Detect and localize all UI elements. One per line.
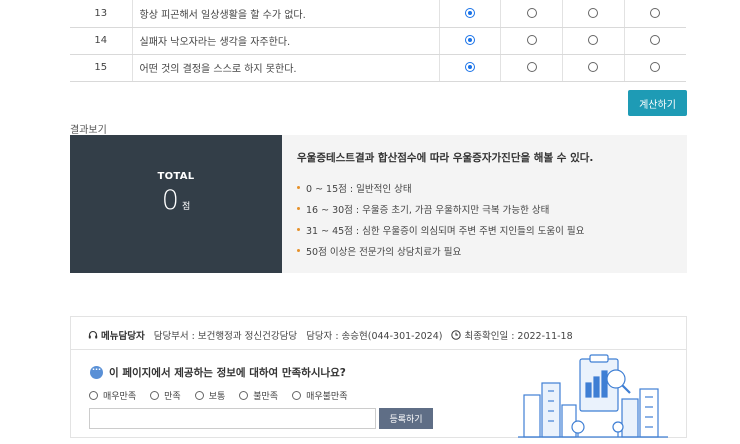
clock-icon bbox=[451, 330, 462, 340]
chat-icon bbox=[90, 363, 103, 379]
answer-radio[interactable] bbox=[650, 7, 661, 18]
survey-radio[interactable] bbox=[194, 391, 204, 400]
last-checked-date: 최종확인일 : 2022-11-18 bbox=[464, 331, 573, 342]
survey-question: 이 페이지에서 제공하는 정보에 대하여 만족하시나요? bbox=[90, 363, 346, 380]
range-text: 31 ~ 45점 : 심한 우울증이 의심되며 주변 주변 지인들의 도움이 필… bbox=[306, 226, 585, 237]
bullet-icon bbox=[297, 249, 300, 252]
result-section-title: 결과보기 bbox=[70, 125, 107, 136]
question-text: 실패자 낙오자라는 생각을 자주한다. bbox=[132, 27, 440, 55]
survey-option[interactable]: 매우불만족 bbox=[292, 389, 348, 402]
score-range-list: 0 ~ 15점 : 일반적인 상태 16 ~ 30점 : 우울증 초기, 가끔 … bbox=[297, 181, 677, 265]
answer-radio[interactable] bbox=[464, 35, 475, 45]
table-row: 14 실패자 낙오자라는 생각을 자주한다. bbox=[70, 27, 686, 55]
answer-radio-cell[interactable] bbox=[439, 54, 501, 82]
total-label: TOTAL bbox=[157, 171, 195, 182]
survey-option[interactable]: 불만족 bbox=[239, 389, 278, 402]
survey-options: 매우만족 만족 보통 불만족 매우불만족 bbox=[89, 389, 362, 402]
headset-icon bbox=[88, 330, 98, 339]
answer-radio[interactable] bbox=[650, 35, 661, 45]
survey-option-label: 불만족 bbox=[253, 392, 279, 402]
answer-radio-cell[interactable] bbox=[623, 54, 686, 82]
result-description: 우울증테스트결과 합산점수에 따라 우울증자가진단을 해볼 수 있다. 0 ~ … bbox=[297, 150, 677, 265]
bullet-icon bbox=[297, 207, 300, 210]
answer-radio-cell[interactable] bbox=[623, 0, 686, 28]
calculate-button[interactable]: 계산하기 bbox=[628, 90, 687, 116]
survey-option-label: 매우만족 bbox=[103, 392, 137, 402]
total-score: 0점 bbox=[70, 185, 282, 216]
answer-radio[interactable] bbox=[650, 62, 661, 72]
question-number: 13 bbox=[70, 0, 133, 28]
answer-radio[interactable] bbox=[526, 62, 537, 72]
survey-radio[interactable] bbox=[89, 391, 98, 400]
question-number: 14 bbox=[70, 27, 133, 55]
question-number: 15 bbox=[70, 54, 133, 82]
table-row: 15 어떤 것의 결정을 스스로 하지 못한다. bbox=[70, 54, 686, 82]
city-report-illustration bbox=[518, 354, 668, 438]
manager-info-box: 메뉴담당자 담당부서 : 보건행정과 정신건강담당 담당자 : 송승현(044-… bbox=[70, 316, 687, 438]
range-text: 16 ~ 30점 : 우울증 초기, 가끔 우울하지만 극복 가능한 상태 bbox=[306, 205, 550, 216]
survey-option-label: 보통 bbox=[208, 392, 226, 402]
submit-button[interactable]: 등록하기 bbox=[379, 408, 433, 429]
divider bbox=[71, 349, 686, 350]
manager-department: 담당부서 : 보건행정과 정신건강담당 bbox=[153, 331, 298, 342]
question-text: 항상 피곤해서 일상생활을 할 수가 없다. bbox=[132, 0, 440, 28]
survey-option[interactable]: 보통 bbox=[194, 389, 226, 402]
range-text: 50점 이상은 전문가의 상담치료가 필요 bbox=[306, 247, 462, 258]
survey-radio[interactable] bbox=[239, 391, 249, 400]
answer-radio-cell[interactable] bbox=[500, 54, 563, 82]
bullet-icon bbox=[297, 228, 300, 231]
bullet-icon bbox=[297, 186, 300, 189]
survey-comment-input[interactable] bbox=[89, 408, 376, 429]
answer-radio-cell[interactable] bbox=[439, 0, 501, 28]
answer-radio[interactable] bbox=[588, 7, 599, 18]
manager-info-line: 메뉴담당자 담당부서 : 보건행정과 정신건강담당 담당자 : 송승현(044-… bbox=[88, 328, 573, 342]
answer-radio[interactable] bbox=[526, 7, 537, 18]
answer-radio-cell[interactable] bbox=[562, 27, 625, 55]
result-description-title: 우울증테스트결과 합산점수에 따라 우울증자가진단을 해볼 수 있다. bbox=[297, 152, 594, 164]
answer-radio-cell[interactable] bbox=[439, 27, 501, 55]
manager-label: 메뉴담당자 bbox=[101, 331, 145, 342]
survey-option-label: 매우불만족 bbox=[306, 392, 348, 402]
range-text: 0 ~ 15점 : 일반적인 상태 bbox=[306, 184, 412, 195]
list-item: 16 ~ 30점 : 우울증 초기, 가끔 우울하지만 극복 가능한 상태 bbox=[297, 202, 677, 223]
question-table: 13 항상 피곤해서 일상생활을 할 수가 없다. 14 실패자 낙오자라는 생… bbox=[70, 0, 686, 82]
answer-radio[interactable] bbox=[464, 7, 475, 18]
result-box: TOTAL 0점 우울증테스트결과 합산점수에 따라 우울증자가진단을 해볼 수… bbox=[70, 135, 687, 273]
answer-radio[interactable] bbox=[588, 62, 599, 72]
survey-option[interactable]: 매우만족 bbox=[89, 389, 136, 402]
table-row: 13 항상 피곤해서 일상생활을 할 수가 없다. bbox=[70, 0, 686, 28]
survey-radio[interactable] bbox=[292, 391, 302, 400]
score-value: 0 bbox=[161, 185, 179, 216]
answer-radio-cell[interactable] bbox=[623, 27, 686, 55]
answer-radio[interactable] bbox=[588, 35, 599, 45]
answer-radio-cell[interactable] bbox=[562, 54, 625, 82]
answer-radio-cell[interactable] bbox=[562, 0, 625, 28]
survey-question-text: 이 페이지에서 제공하는 정보에 대하여 만족하시나요? bbox=[109, 367, 346, 379]
list-item: 0 ~ 15점 : 일반적인 상태 bbox=[297, 181, 677, 202]
total-panel: TOTAL 0점 bbox=[70, 135, 282, 273]
answer-radio-cell[interactable] bbox=[500, 0, 563, 28]
answer-radio[interactable] bbox=[464, 62, 475, 72]
list-item: 50점 이상은 전문가의 상담치료가 필요 bbox=[297, 244, 677, 265]
question-text: 어떤 것의 결정을 스스로 하지 못한다. bbox=[132, 54, 440, 82]
survey-option-label: 만족 bbox=[164, 392, 181, 402]
answer-radio[interactable] bbox=[526, 35, 537, 45]
score-unit: 점 bbox=[181, 202, 191, 212]
manager-person: 담당자 : 송승현(044-301-2024) bbox=[306, 331, 443, 342]
list-item: 31 ~ 45점 : 심한 우울증이 의심되며 주변 주변 지인들의 도움이 필… bbox=[297, 223, 677, 244]
answer-radio-cell[interactable] bbox=[500, 27, 563, 55]
survey-radio[interactable] bbox=[150, 391, 160, 400]
survey-option[interactable]: 만족 bbox=[150, 389, 181, 402]
